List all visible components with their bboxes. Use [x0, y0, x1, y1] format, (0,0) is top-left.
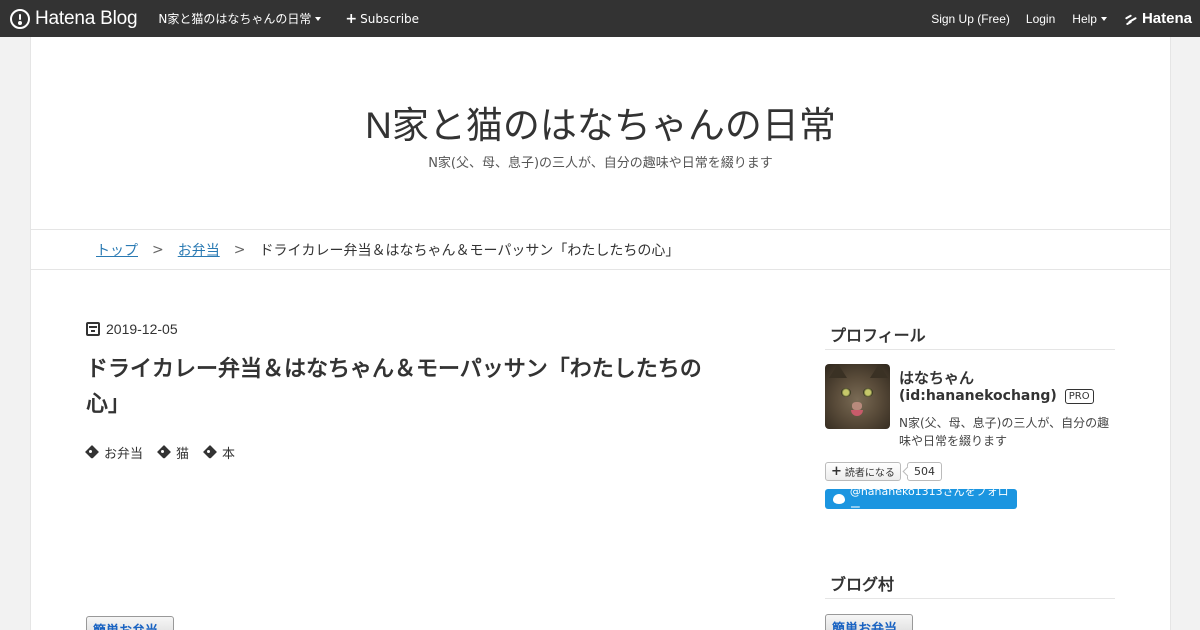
- become-reader-button[interactable]: + 読者になる: [825, 462, 901, 481]
- help-menu-label: Help: [1072, 11, 1097, 26]
- cat-eye: [841, 388, 851, 397]
- hatena-logo-text: Hatena: [1141, 10, 1192, 27]
- reader-count[interactable]: 504: [907, 462, 942, 481]
- caret-down-icon: [315, 16, 322, 21]
- profile-module-title: プロフィール: [825, 322, 1115, 350]
- tag-label: お弁当: [104, 447, 144, 462]
- cat-mouth: [851, 410, 863, 416]
- tag-icon: [158, 446, 171, 459]
- calendar-icon: [86, 322, 100, 336]
- become-reader-label: 読者になる: [844, 468, 895, 479]
- banner-label: 簡単お弁当: [832, 622, 898, 630]
- signup-link[interactable]: Sign Up (Free): [931, 12, 1010, 26]
- tag-icon: [204, 446, 217, 459]
- blog-title[interactable]: N家と猫のはなちゃんの日常: [31, 95, 1170, 149]
- global-header-left: Hatena Blog N家と猫のはなちゃんの日常 + Subscribe: [10, 0, 419, 37]
- breadcrumb-separator: >: [152, 241, 164, 258]
- tag-label: 猫: [176, 447, 190, 462]
- entry-tags: お弁当 猫 本: [86, 443, 250, 462]
- login-link[interactable]: Login: [1026, 12, 1055, 26]
- twitter-bird-icon: [833, 494, 845, 504]
- cat-ear: [829, 364, 847, 378]
- tag-book[interactable]: 本: [204, 443, 235, 462]
- caret-down-icon: [1100, 16, 1107, 21]
- hatena-blog-logo-icon: [10, 8, 30, 29]
- tag-cat[interactable]: 猫: [158, 443, 189, 462]
- hatena-blog-logo[interactable]: Hatena Blog: [10, 7, 138, 30]
- avatar[interactable]: [825, 364, 890, 429]
- breadcrumb-category-link[interactable]: お弁当: [178, 240, 220, 260]
- help-menu[interactable]: Help: [1072, 12, 1107, 26]
- entry-date-text: 2019-12-05: [106, 321, 178, 337]
- entry-blogmura-banner[interactable]: 簡単お弁当: [86, 616, 174, 630]
- cat-nose: [852, 402, 862, 410]
- sidebar-blogmura-banner[interactable]: 簡単お弁当: [825, 614, 913, 630]
- blog-description: N家(父、母、息子)の三人が、自分の趣味や日常を綴ります: [428, 156, 773, 171]
- breadcrumb-top-link[interactable]: トップ: [96, 240, 138, 260]
- entry-date[interactable]: 2019-12-05: [86, 321, 178, 337]
- global-header-right: Sign Up (Free) Login Help Hatena: [931, 0, 1200, 37]
- hatena-blog-logo-text: Hatena Blog: [35, 7, 138, 29]
- tag-bento[interactable]: お弁当: [86, 443, 143, 462]
- global-header: Hatena Blog N家と猫のはなちゃんの日常 + Subscribe Si…: [0, 0, 1200, 37]
- breadcrumb: トップ > お弁当 > ドライカレー弁当＆はなちゃん＆モーパッサン「わたしたちの…: [31, 229, 1170, 270]
- breadcrumb-separator: >: [233, 241, 246, 258]
- tag-icon: [86, 446, 99, 459]
- profile-id-text: (id:hananekochang): [899, 388, 1057, 404]
- cat-ear: [870, 364, 888, 378]
- pro-badge: PRO: [1064, 388, 1094, 404]
- profile-name[interactable]: はなちゃん: [899, 367, 974, 388]
- blogmura-module-title: ブログ村: [825, 571, 1115, 599]
- profile-id[interactable]: (id:hananekochang) PRO: [899, 388, 1094, 404]
- plus-icon: +: [831, 464, 842, 479]
- blog-name-menu[interactable]: N家と猫のはなちゃんの日常: [158, 10, 322, 27]
- entry-title[interactable]: ドライカレー弁当＆はなちゃん＆モーパッサン「わたしたちの心」: [86, 352, 726, 422]
- twitter-follow-label: @hananeko1313さんをフォロー: [849, 485, 1009, 514]
- hatena-logo-icon: [1124, 13, 1139, 25]
- cat-eye: [863, 388, 873, 397]
- tag-label: 本: [222, 447, 236, 462]
- plus-icon: +: [345, 10, 358, 27]
- twitter-follow-button[interactable]: @hananeko1313さんをフォロー: [825, 485, 1017, 514]
- subscribe-label: Subscribe: [360, 11, 420, 26]
- profile-description: N家(父、母、息子)の三人が、自分の趣味や日常を綴ります: [899, 416, 1110, 448]
- blog-container: N家と猫のはなちゃんの日常 N家(父、母、息子)の三人が、自分の趣味や日常を綴り…: [30, 37, 1171, 630]
- blog-name-menu-label: N家と猫のはなちゃんの日常: [158, 12, 312, 26]
- breadcrumb-current: ドライカレー弁当＆はなちゃん＆モーパッサン「わたしたちの心」: [259, 242, 680, 259]
- banner-label: 簡単お弁当: [93, 620, 158, 630]
- subscribe-button[interactable]: + Subscribe: [345, 11, 419, 27]
- hatena-logo[interactable]: Hatena: [1124, 10, 1192, 27]
